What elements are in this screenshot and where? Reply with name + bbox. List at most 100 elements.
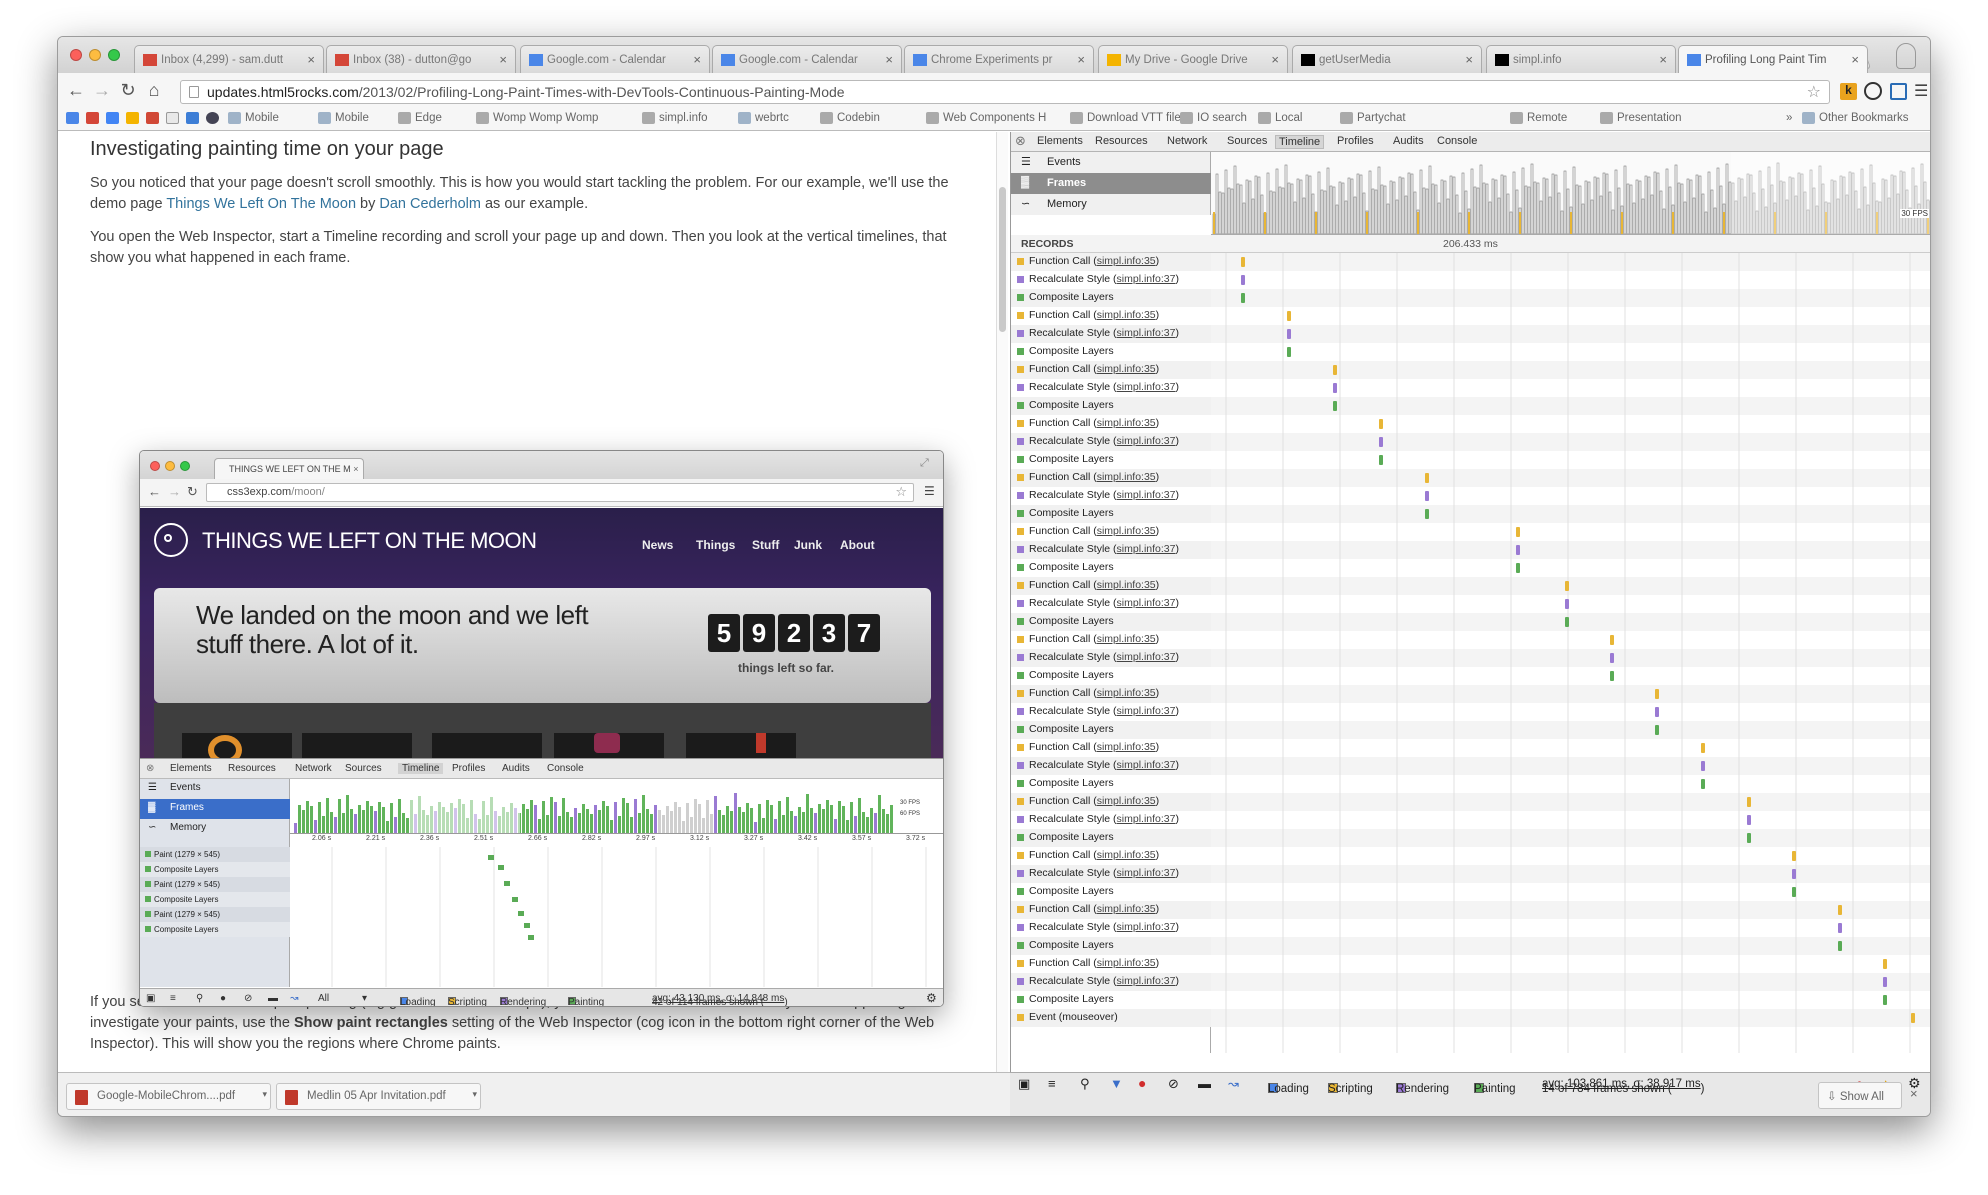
record-source-link[interactable]: (simpl.info:35) [1090,309,1159,321]
bookmark-13[interactable]: Remote [1510,112,1567,124]
bookmark-shield-icon[interactable] [166,112,183,124]
tab-4[interactable]: Google.com - Calendar × [712,45,902,73]
page-scrollbar-thumb[interactable] [999,187,1006,332]
record-row[interactable]: Recalculate Style (simpl.info:37) [1011,541,1211,559]
dan-cederholm-link[interactable]: Dan Cederholm [379,196,481,212]
bookmark-12[interactable]: Partychat [1340,112,1406,124]
bookmark-4[interactable]: Womp Womp Womp [476,112,598,124]
record-row[interactable]: Function Call (simpl.info:35) [1011,793,1211,811]
devtools-tab-elements[interactable]: Elements [1037,135,1083,147]
record-bar[interactable] [1425,473,1429,483]
download-item-2[interactable]: Medlin 05 Apr Invitation.pdf ▾ [276,1083,481,1110]
bookmark-7[interactable]: Codebin [820,112,880,124]
record-bar[interactable] [1883,995,1887,1005]
bookmark-gmail-icon[interactable] [86,112,103,124]
record-bar[interactable] [1241,257,1245,267]
record-row[interactable]: Recalculate Style (simpl.info:37) [1011,271,1211,289]
record-row[interactable]: Composite Layers [1011,883,1211,901]
record-bar[interactable] [1516,545,1520,555]
record-row[interactable]: Recalculate Style (simpl.info:37) [1011,973,1211,991]
dock-icon[interactable]: ▣ [1018,1076,1030,1092]
record-bar[interactable] [1379,419,1383,429]
record-bar[interactable] [1838,905,1842,915]
show-all-downloads-button[interactable]: ⇩ Show All [1818,1082,1902,1109]
record-source-link[interactable]: (simpl.info:37) [1110,489,1179,501]
close-tab-icon[interactable]: × [1851,52,1859,67]
glue-icon[interactable]: ↝ [1228,1076,1239,1092]
reload-icon[interactable]: ↻ [118,80,138,101]
tab-9[interactable]: Profiling Long Paint Tim × [1678,45,1868,73]
record-row[interactable]: Recalculate Style (simpl.info:37) [1011,703,1211,721]
clear-icon[interactable]: ⊘ [1168,1076,1179,1092]
record-bar[interactable] [1610,653,1614,663]
record-row[interactable]: Recalculate Style (simpl.info:37) [1011,865,1211,883]
record-bar[interactable] [1516,563,1520,573]
record-row[interactable]: Composite Layers [1011,613,1211,631]
trash-icon[interactable]: ▬ [1198,1076,1211,1091]
bookmark-plus-icon[interactable] [146,112,163,124]
tab-8[interactable]: simpl.info × [1486,45,1676,73]
bookmark-9[interactable]: Download VTT files [1070,112,1187,124]
record-source-link[interactable]: (simpl.info:35) [1090,849,1159,861]
chevron-down-icon[interactable]: ▾ [262,1089,267,1100]
record-source-link[interactable]: (simpl.info:37) [1110,435,1179,447]
record-source-link[interactable]: (simpl.info:37) [1110,867,1179,879]
record-source-link[interactable]: (simpl.info:35) [1090,525,1159,537]
record-row[interactable]: Function Call (simpl.info:35) [1011,955,1211,973]
frames-overview[interactable]: 30 FPS [1211,152,1930,235]
record-row[interactable]: Recalculate Style (simpl.info:37) [1011,379,1211,397]
tab-7[interactable]: getUserMedia × [1292,45,1482,73]
extension-k-icon[interactable]: k [1840,83,1857,100]
close-downloads-icon[interactable]: × [1910,1086,1918,1101]
record-source-link[interactable]: (simpl.info:37) [1110,327,1179,339]
record-bar[interactable] [1838,941,1842,951]
bookmark-google-icon[interactable] [106,112,123,124]
record-bar[interactable] [1241,293,1245,303]
record-row[interactable]: Function Call (simpl.info:35) [1011,631,1211,649]
record-row[interactable]: Recalculate Style (simpl.info:37) [1011,649,1211,667]
tab-5[interactable]: Chrome Experiments pr × [904,45,1094,73]
devtools-tab-profiles[interactable]: Profiles [1337,135,1374,147]
bookmark-6[interactable]: webrtc [738,112,789,124]
close-window-button[interactable] [70,49,82,61]
record-row[interactable]: Recalculate Style (simpl.info:37) [1011,433,1211,451]
tab-6[interactable]: My Drive - Google Drive × [1098,45,1288,73]
more-bookmarks-icon[interactable]: » [1786,112,1792,124]
record-row[interactable]: Composite Layers [1011,991,1211,1009]
record-bar[interactable] [1883,977,1887,987]
record-row[interactable]: Composite Layers [1011,937,1211,955]
record-row[interactable]: Function Call (simpl.info:35) [1011,469,1211,487]
record-source-link[interactable]: (simpl.info:35) [1090,957,1159,969]
record-bar[interactable] [1333,365,1337,375]
record-source-link[interactable]: (simpl.info:35) [1090,579,1159,591]
record-bar[interactable] [1701,761,1705,771]
record-bar[interactable] [1792,869,1796,879]
record-bar[interactable] [1565,617,1569,627]
record-row[interactable]: Function Call (simpl.info:35) [1011,307,1211,325]
record-row[interactable]: Composite Layers [1011,559,1211,577]
devtools-tab-audits[interactable]: Audits [1393,135,1424,147]
close-tab-icon[interactable]: × [885,52,893,67]
record-row[interactable]: Function Call (simpl.info:35) [1011,415,1211,433]
chevron-down-icon[interactable]: ▾ [472,1089,477,1100]
record-row[interactable]: Event (mouseover) [1011,1009,1211,1027]
bookmark-14[interactable]: Presentation [1600,112,1682,124]
bookmark-15[interactable]: Other Bookmarks [1802,112,1908,124]
download-item-1[interactable]: Google-MobileChrom....pdf ▾ [66,1083,271,1110]
tab-3[interactable]: Google.com - Calendar × [520,45,710,73]
address-bar[interactable]: updates.html5rocks.com/2013/02/Profiling… [180,80,1830,104]
record-bar[interactable] [1655,725,1659,735]
record-bar[interactable] [1701,779,1705,789]
tab-1[interactable]: Inbox (4,299) - sam.dutt × [134,45,324,73]
record-bar[interactable] [1792,851,1796,861]
close-tab-icon[interactable]: × [499,52,507,67]
record-bar[interactable] [1241,275,1245,285]
bookmark-star-icon[interactable]: ☆ [1807,82,1821,102]
devtools-tab-timeline[interactable]: Timeline [1275,135,1325,149]
record-bar[interactable] [1516,527,1520,537]
record-source-link[interactable]: (simpl.info:37) [1110,273,1179,285]
record-row[interactable]: Recalculate Style (simpl.info:37) [1011,487,1211,505]
record-row[interactable]: Composite Layers [1011,397,1211,415]
tab-2[interactable]: Inbox (38) - dutton@go × [326,45,516,73]
home-icon[interactable]: ⌂ [144,80,164,101]
